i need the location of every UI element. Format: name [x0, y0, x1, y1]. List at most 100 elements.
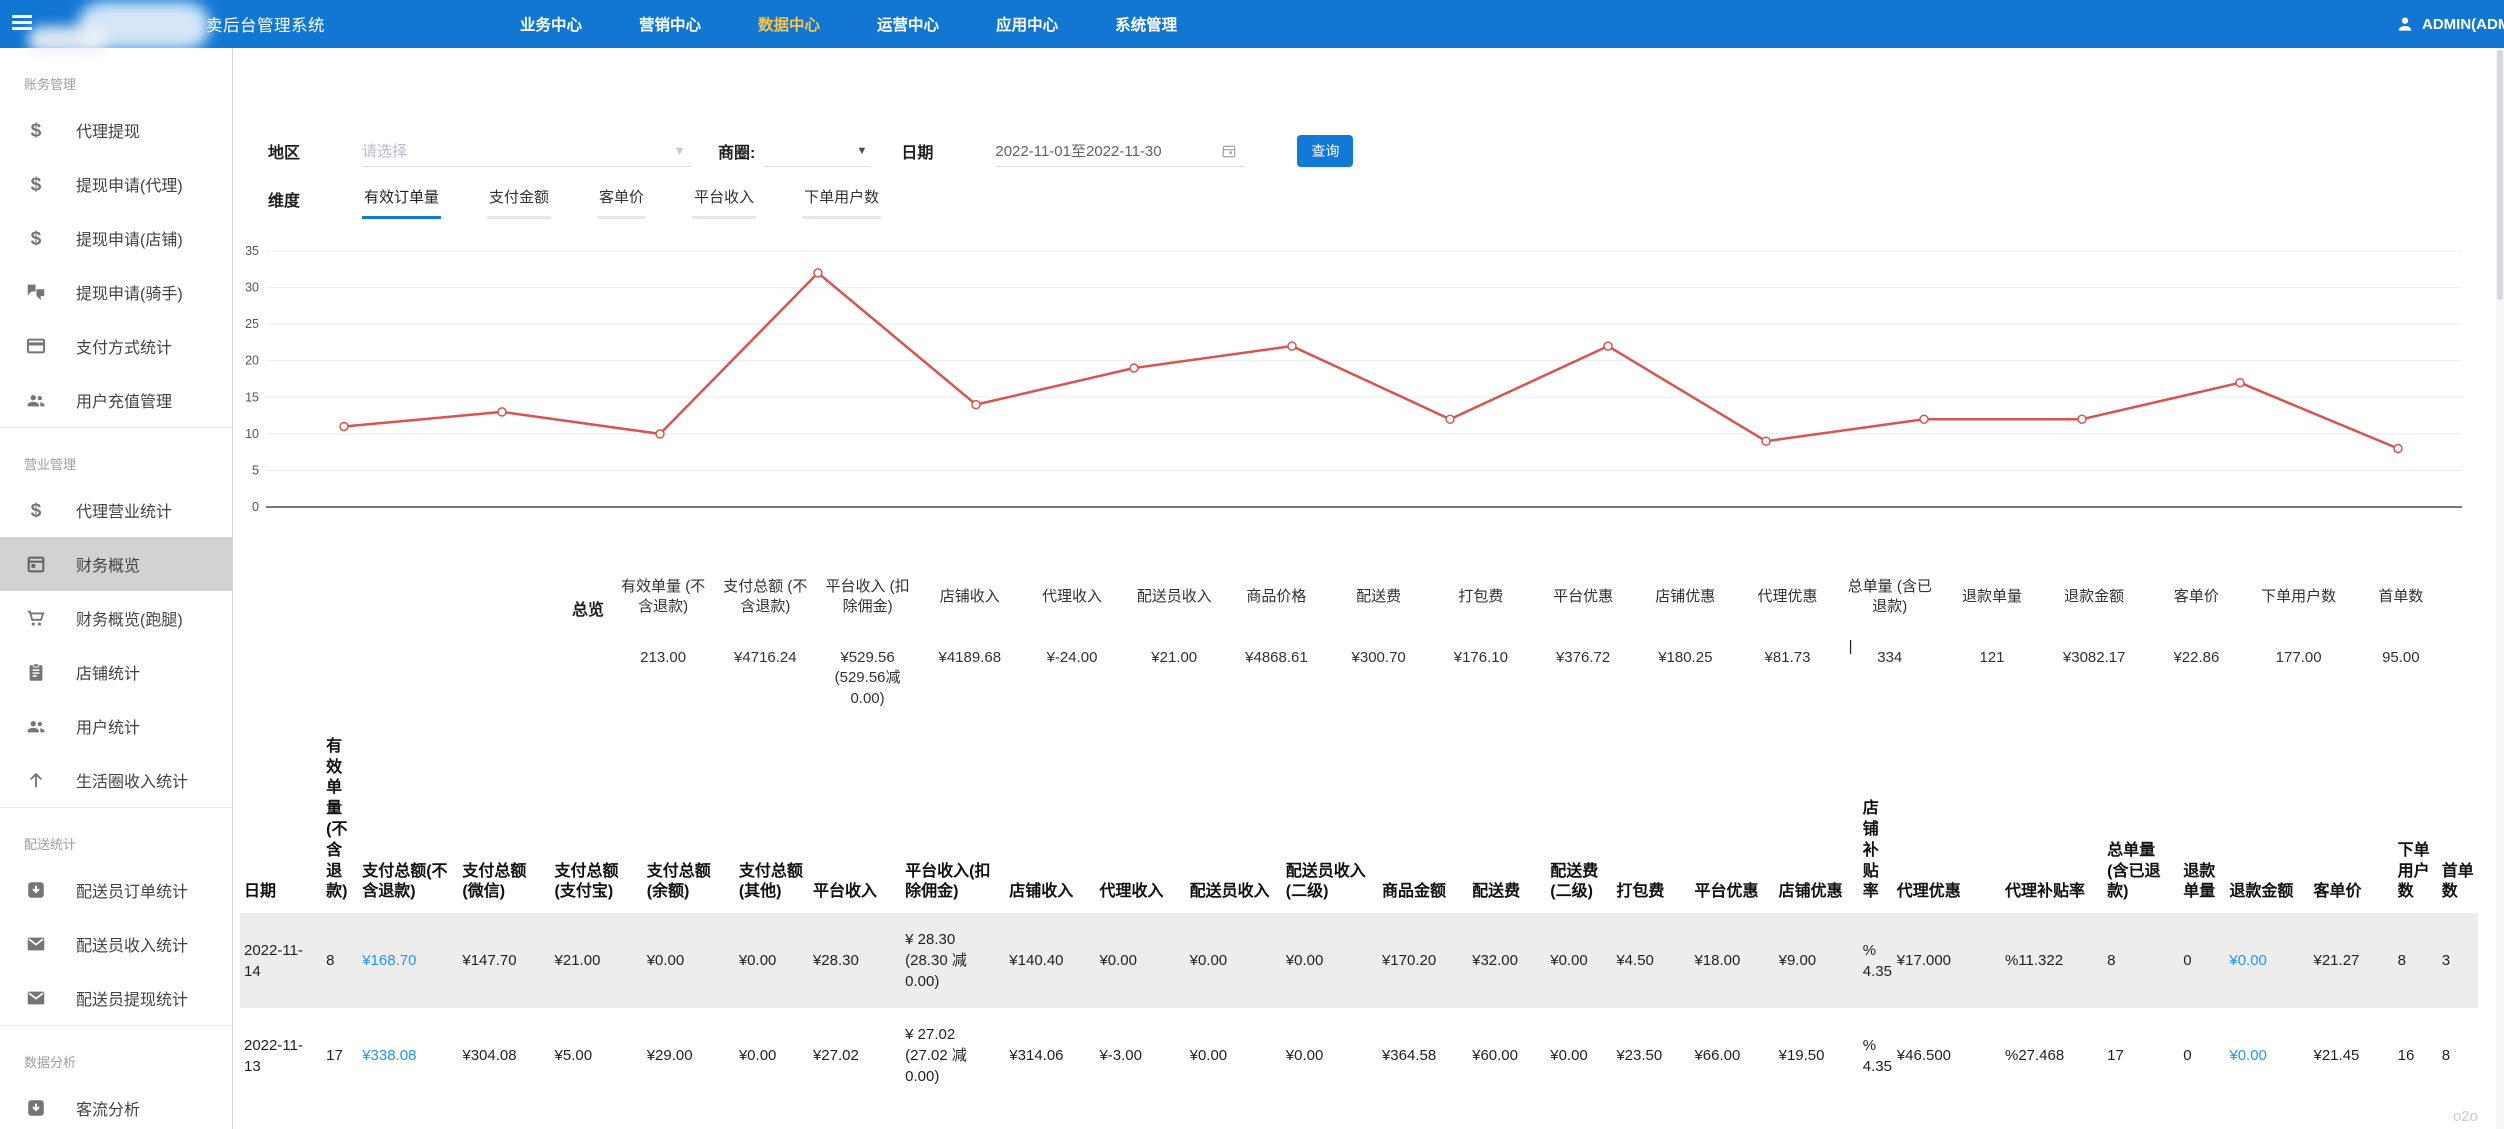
table-cell-link[interactable]: ¥0.00 — [2225, 1008, 2309, 1103]
date-range-input[interactable]: 2022-11-01至2022-11-30 — [995, 135, 1245, 167]
sidebar-item-3-0[interactable]: 客流分析 — [0, 1081, 232, 1129]
sidebar-item-1-3[interactable]: 店铺统计 — [0, 645, 232, 699]
svg-text:0: 0 — [252, 500, 259, 514]
dollar-icon: $ — [24, 118, 48, 142]
overview-stat-7: 配送费¥300.70 — [1328, 560, 1430, 709]
table-cell-link[interactable]: ¥168.70 — [358, 913, 458, 1008]
sidebar-item-0-3[interactable]: 提现申请(骑手) — [0, 265, 232, 319]
table-cell: ¥17.000 — [1893, 913, 2001, 1008]
col-header-22: 总单量 (含已退款) — [2103, 731, 2179, 913]
overview-stat-label: 代理优惠 — [1741, 560, 1833, 634]
sidebar-item-label: 配送员订单统计 — [76, 878, 188, 902]
svg-text:$: $ — [31, 174, 42, 195]
overview-stat-value: ¥180.25 — [1639, 648, 1731, 668]
svg-text:$: $ — [31, 228, 42, 249]
dimension-tab-3[interactable]: 平台收入 — [692, 186, 756, 219]
overview-stat-label: 有效单量 (不含退款) — [617, 560, 709, 634]
overview-stat-17: 首单数95.00 — [2350, 560, 2452, 709]
nav-item-0[interactable]: 业务中心 — [520, 13, 582, 35]
dollar-icon: $ — [24, 226, 48, 250]
col-header-21: 代理补贴率 — [2001, 731, 2103, 913]
svg-text:25: 25 — [245, 317, 259, 331]
overview-stat-value: 177.00 — [2253, 648, 2345, 668]
sidebar-item-2-0[interactable]: 配送员订单统计 — [0, 863, 232, 917]
district-label: 商圈: — [718, 139, 755, 163]
hamburger-menu-icon[interactable] — [12, 15, 32, 31]
col-header-18: 店铺优惠 — [1775, 731, 1859, 913]
main-content: 地区 请选择 ▼ 商圈: ▼ 日期 2022-11-01至2022-11-30 … — [234, 48, 2496, 1129]
district-select[interactable]: ▼ — [763, 135, 871, 167]
table-cell: %27.468 — [2001, 1008, 2103, 1103]
dimension-tab-2[interactable]: 客单价 — [597, 186, 646, 219]
sidebar-item-1-4[interactable]: 用户统计 — [0, 699, 232, 753]
overview-stat-value: ¥21.00 — [1128, 648, 1220, 668]
nav-item-2[interactable]: 数据中心 — [758, 13, 820, 35]
nav-item-4[interactable]: 应用中心 — [996, 13, 1058, 35]
overview-stats: 有效单量 (不含退款)213.00支付总额 (不含退款)¥4716.24平台收入… — [612, 560, 2452, 709]
sidebar-item-1-1[interactable]: 财务概览 — [0, 537, 232, 591]
table-cell: 2022-11-14 — [240, 913, 322, 1008]
table-cell: ¥21.00 — [551, 913, 643, 1008]
dimension-tab-0[interactable]: 有效订单量 — [362, 186, 441, 219]
mail-icon — [24, 932, 48, 956]
dimension-tab-1[interactable]: 支付金额 — [487, 186, 551, 219]
svg-text:35: 35 — [245, 244, 259, 258]
admin-account-button[interactable]: ADMIN(ADM — [2395, 0, 2504, 48]
col-header-14: 配送费 — [1468, 731, 1546, 913]
table-cell: ¥27.02 — [809, 1008, 901, 1103]
sidebar-section-1: 营业管理$代理营业统计财务概览财务概览(跑腿)店铺统计用户统计生活圈收入统计 — [0, 427, 232, 807]
col-header-19: 店铺补贴率 — [1859, 731, 1893, 913]
table-cell: ¥21.45 — [2310, 1008, 2394, 1103]
overview-stat-label: 配送费 — [1333, 560, 1425, 634]
col-header-17: 平台优惠 — [1690, 731, 1774, 913]
sidebar-item-1-5[interactable]: 生活圈收入统计 — [0, 753, 232, 807]
sidebar-item-label: 客流分析 — [76, 1096, 140, 1120]
scrollbar-thumb[interactable] — [2497, 50, 2503, 300]
region-select[interactable]: 请选择 ▼ — [362, 135, 692, 167]
table-cell: ¥-3.00 — [1095, 1008, 1185, 1103]
sidebar-item-2-1[interactable]: 配送员收入统计 — [0, 917, 232, 971]
overview-stat-label: 退款单量 — [1946, 560, 2038, 634]
nav-item-3[interactable]: 运营中心 — [877, 13, 939, 35]
table-cell: ¥ 27.02 (27.02 减 0.00) — [901, 1008, 1005, 1103]
sidebar-item-0-5[interactable]: 用户充值管理 — [0, 373, 232, 427]
svg-text:15: 15 — [245, 390, 259, 404]
dimension-tab-4[interactable]: 下单用户数 — [802, 186, 881, 219]
sidebar-item-2-2[interactable]: 配送员提现统计 — [0, 971, 232, 1025]
overview-stat-label: 退款金额 — [2048, 560, 2140, 634]
sidebar-item-0-0[interactable]: $代理提现 — [0, 103, 232, 157]
dimension-bar: 维度 有效订单量支付金额客单价平台收入下单用户数 — [268, 186, 2496, 219]
sidebar: 账务管理$代理提现$提现申请(代理)$提现申请(店铺)提现申请(骑手)支付方式统… — [0, 48, 233, 1129]
nav-item-5[interactable]: 系统管理 — [1115, 13, 1177, 35]
col-header-25: 客单价 — [2310, 731, 2394, 913]
table-cell: 17 — [322, 1008, 358, 1103]
col-header-3: 支付总额(微信) — [458, 731, 550, 913]
table-cell: ¥0.00 — [1282, 913, 1378, 1008]
sidebar-item-label: 用户统计 — [76, 714, 140, 738]
sidebar-item-0-4[interactable]: 支付方式统计 — [0, 319, 232, 373]
overview-stat-value: 95.00 — [2355, 648, 2447, 668]
nav-item-1[interactable]: 营销中心 — [639, 13, 701, 35]
overview-stat-label: 店铺优惠 — [1639, 560, 1731, 634]
table-cell: 8 — [2438, 1008, 2478, 1103]
sidebar-item-0-2[interactable]: $提现申请(店铺) — [0, 211, 232, 265]
overview-stat-value: ¥81.73 — [1741, 648, 1833, 668]
vertical-scrollbar[interactable] — [2496, 48, 2504, 1129]
overview-stat-label: 打包费 — [1435, 560, 1527, 634]
table-cell: 3 — [2438, 913, 2478, 1008]
calendar-icon — [24, 552, 48, 576]
sidebar-item-0-1[interactable]: $提现申请(代理) — [0, 157, 232, 211]
table-cell: ¥ 28.30 (28.30 减 0.00) — [901, 913, 1005, 1008]
table-cell: ¥4.50 — [1612, 913, 1690, 1008]
table-cell: 0 — [2179, 913, 2225, 1008]
svg-text:5: 5 — [252, 463, 259, 477]
sidebar-item-1-0[interactable]: $代理营业统计 — [0, 483, 232, 537]
col-header-2: 支付总额(不含退款) — [358, 731, 458, 913]
overview-stat-12: 总单量 (含已退款)|334 — [1839, 560, 1941, 709]
overview-stat-0: 有效单量 (不含退款)213.00 — [612, 560, 714, 709]
table-cell-link[interactable]: ¥338.08 — [358, 1008, 458, 1103]
sidebar-item-1-2[interactable]: 财务概览(跑腿) — [0, 591, 232, 645]
table-cell: 8 — [2103, 913, 2179, 1008]
table-cell-link[interactable]: ¥0.00 — [2225, 913, 2309, 1008]
search-button[interactable]: 查询 — [1297, 135, 1353, 167]
